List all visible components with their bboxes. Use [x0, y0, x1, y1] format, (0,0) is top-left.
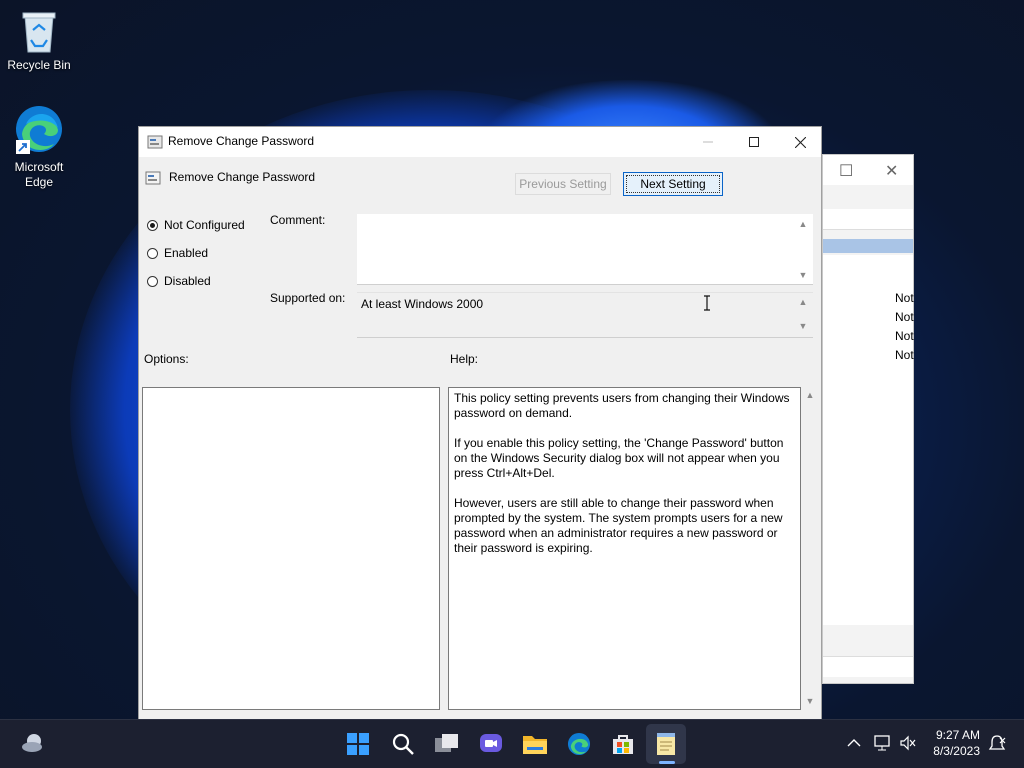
- background-window-list: Not Not Not Not: [823, 255, 914, 625]
- task-view-button[interactable]: [433, 730, 461, 758]
- comment-label: Comment:: [270, 213, 326, 227]
- search-icon: [392, 733, 414, 755]
- start-button[interactable]: [344, 730, 372, 758]
- close-button[interactable]: [777, 127, 823, 157]
- desktop-icon-label: Microsoft Edge: [14, 160, 64, 189]
- radio-label: Enabled: [164, 246, 209, 260]
- supported-scroll-down-icon[interactable]: ▼: [795, 321, 811, 331]
- store-icon: [613, 735, 633, 754]
- help-paragraph: However, users are still able to change …: [454, 496, 783, 555]
- radio-label: Not Configured: [164, 218, 245, 232]
- next-setting-button[interactable]: Next Setting: [623, 172, 723, 196]
- help-scroll-up-icon[interactable]: ▲: [802, 390, 818, 400]
- list-item[interactable]: Not: [895, 348, 914, 362]
- chevron-up-icon[interactable]: [847, 738, 861, 748]
- supported-on-label: Supported on:: [270, 291, 346, 305]
- background-window-toolbar: [823, 209, 913, 230]
- volume-muted-icon[interactable]: [899, 734, 917, 752]
- list-item[interactable]: Not: [895, 329, 914, 343]
- dialog-titlebar[interactable]: Remove Change Password: [139, 127, 821, 157]
- task-view-icon: [435, 734, 458, 752]
- desktop-icon-label: Recycle Bin: [7, 58, 71, 72]
- options-panel[interactable]: [142, 387, 440, 710]
- radio-selected-icon: [147, 219, 158, 231]
- chat-icon: [480, 734, 502, 752]
- background-window-status: [823, 656, 913, 677]
- file-explorer-button[interactable]: [521, 730, 549, 758]
- supported-scroll-up-icon[interactable]: ▲: [795, 297, 811, 307]
- help-panel[interactable]: This policy setting prevents users from …: [448, 387, 801, 710]
- radio-enabled[interactable]: Enabled: [147, 246, 208, 260]
- policy-dialog[interactable]: Remove Change Password Remove Change Pas…: [138, 126, 822, 720]
- start-icon: [347, 733, 369, 755]
- options-label: Options:: [144, 352, 189, 366]
- desktop-icon-recycle-bin[interactable]: Recycle Bin: [1, 10, 77, 73]
- close-icon: [794, 136, 806, 148]
- setting-name: Remove Change Password: [169, 170, 316, 184]
- maximize-icon: [749, 137, 759, 147]
- taskbar: 9:27 AM 8/3/2023: [0, 719, 1024, 768]
- weather-icon[interactable]: [20, 732, 46, 754]
- comment-scroll-down-icon[interactable]: ▼: [795, 270, 811, 280]
- active-app-indicator: [659, 761, 675, 764]
- setting-icon: [145, 171, 161, 185]
- file-explorer-icon: [523, 736, 547, 754]
- edge-icon: [16, 106, 62, 154]
- store-button[interactable]: [609, 730, 637, 758]
- radio-unselected-icon: [147, 275, 158, 287]
- supported-on-field: At least Windows 2000: [357, 292, 813, 338]
- background-window-selection: [823, 239, 913, 253]
- search-button[interactable]: [389, 730, 417, 758]
- dialog-title: Remove Change Password: [168, 134, 315, 148]
- comment-scroll-up-icon[interactable]: ▲: [795, 219, 811, 229]
- help-paragraph: If you enable this policy setting, the '…: [454, 436, 784, 480]
- edge-button[interactable]: [565, 730, 593, 758]
- maximize-button[interactable]: [731, 127, 777, 157]
- policy-icon: [147, 135, 163, 149]
- chat-button[interactable]: [477, 730, 505, 758]
- comment-field[interactable]: [357, 214, 813, 285]
- clock-time: 9:27 AM: [935, 728, 980, 742]
- text-cursor-icon: [704, 295, 710, 311]
- minimize-icon: [703, 141, 713, 143]
- radio-unselected-icon: [147, 247, 158, 259]
- list-item[interactable]: Not: [895, 291, 914, 305]
- network-icon[interactable]: [873, 734, 891, 752]
- radio-not-configured[interactable]: Not Configured: [147, 218, 245, 232]
- help-paragraph: This policy setting prevents users from …: [454, 391, 790, 420]
- clock-date: 8/3/2023: [933, 744, 980, 758]
- notepad-icon: [657, 733, 675, 755]
- background-window-titlebar: ☐ ✕: [823, 155, 913, 185]
- radio-disabled[interactable]: Disabled: [147, 274, 211, 288]
- recycle-bin-icon: [22, 12, 56, 53]
- taskbar-clock[interactable]: 9:27 AM 8/3/2023: [933, 727, 980, 759]
- help-scroll-down-icon[interactable]: ▼: [802, 696, 818, 706]
- list-item[interactable]: Not: [895, 310, 914, 324]
- desktop-icon-edge[interactable]: Microsoft Edge: [1, 104, 77, 190]
- edge-icon: [567, 732, 591, 756]
- help-label: Help:: [450, 352, 479, 366]
- maximize-icon[interactable]: ☐: [839, 161, 853, 181]
- background-window[interactable]: ☐ ✕ Not Not Not Not: [822, 154, 914, 684]
- close-icon[interactable]: ✕: [885, 161, 898, 181]
- previous-setting-button[interactable]: Previous Setting: [515, 173, 611, 195]
- radio-label: Disabled: [164, 274, 211, 288]
- minimize-button[interactable]: [685, 127, 731, 157]
- notification-icon[interactable]: [988, 734, 1006, 754]
- notepad-button[interactable]: [652, 730, 680, 758]
- supported-on-value: At least Windows 2000: [361, 297, 484, 311]
